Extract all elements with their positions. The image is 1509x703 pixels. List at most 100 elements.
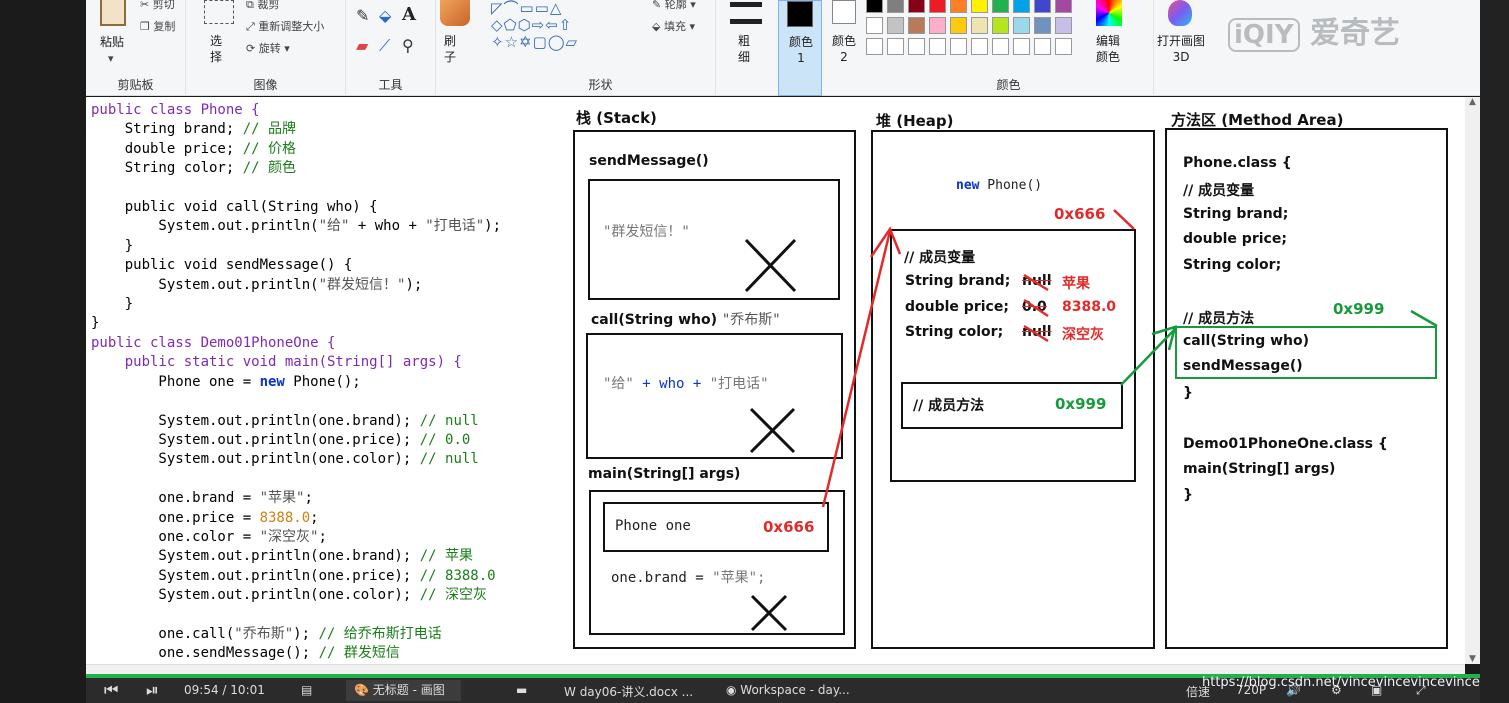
fill-icon[interactable]: ⬙ xyxy=(379,6,391,25)
code-comment: // 群发短信 xyxy=(318,645,400,662)
taskbar-workspace[interactable]: ◉ Workspace - day... xyxy=(726,683,850,697)
taskbar-paint[interactable]: 🎨 无标题 - 画图 xyxy=(346,680,461,701)
vertical-scrollbar[interactable]: ▲ ▼ xyxy=(1465,97,1480,664)
heap-price-new: 8388.0 xyxy=(1062,299,1117,315)
size-button[interactable]: 粗细 xyxy=(738,33,752,65)
heap-title: 堆 (Heap) xyxy=(876,112,954,130)
palette-swatch[interactable] xyxy=(1013,38,1030,55)
palette-swatch[interactable] xyxy=(866,17,883,34)
paint-taskbar-icon[interactable]: ▤ xyxy=(301,683,312,697)
palette-swatch[interactable] xyxy=(1013,17,1030,34)
resize-button[interactable]: ⤢ 重新调整大小 xyxy=(246,18,324,34)
call-text-part: "打电话" xyxy=(709,376,769,392)
size-icon[interactable] xyxy=(730,2,762,24)
code-line: public void call(String who) { xyxy=(91,199,378,216)
palette-swatch[interactable] xyxy=(908,0,925,13)
time-separator: / xyxy=(222,683,227,697)
palette-swatch[interactable] xyxy=(1055,17,1072,34)
outline-button[interactable]: ✎ 轮廓 ▾ xyxy=(652,0,696,12)
code-line: public void sendMessage() { xyxy=(91,257,353,274)
select-icon[interactable] xyxy=(204,0,234,24)
copy-button[interactable]: ❐ 复制 xyxy=(140,18,175,34)
paste-icon[interactable] xyxy=(100,0,126,26)
palette-swatch[interactable] xyxy=(887,0,904,13)
paint3d-button[interactable]: 打开画图 3D xyxy=(1156,33,1206,65)
paste-dropdown-icon[interactable]: ▾ xyxy=(108,52,114,65)
palette-swatch[interactable] xyxy=(950,0,967,13)
palette-swatch[interactable] xyxy=(908,17,925,34)
brush-icon[interactable] xyxy=(440,0,470,26)
assign-part: one.brand = xyxy=(611,570,713,586)
paint3d-icon[interactable] xyxy=(1168,0,1192,26)
prev-icon[interactable]: ⏮ xyxy=(104,680,118,700)
clipboard-group: 粘贴 ▾ ✂ 剪切 ❐ 复制 剪贴板 xyxy=(86,0,186,96)
scroll-up-arrow-icon[interactable]: ▲ xyxy=(1465,97,1480,107)
palette-swatch[interactable] xyxy=(1013,0,1030,13)
palette-swatch[interactable] xyxy=(1034,17,1051,34)
horizontal-scrollbar[interactable] xyxy=(86,664,1465,674)
iqiyi-logo-mark: iQIY xyxy=(1228,18,1300,52)
code-line: } xyxy=(91,315,100,332)
code-comment: // null xyxy=(419,451,479,468)
magnifier-icon[interactable]: ⚲ xyxy=(402,36,414,55)
palette-swatch[interactable] xyxy=(908,38,925,55)
palette-swatch[interactable] xyxy=(1055,38,1072,55)
folder-taskbar-icon[interactable]: ▬ xyxy=(516,683,527,697)
palette-swatch[interactable] xyxy=(950,17,967,34)
heap-object-address: 0x666 xyxy=(1054,205,1106,223)
palette-swatch[interactable] xyxy=(1055,0,1072,13)
code-comment: // 给乔布斯打电话 xyxy=(318,625,442,642)
color1-button[interactable]: 颜色 1 xyxy=(778,0,822,96)
color2-label: 颜色 2 xyxy=(831,34,856,64)
cut-button[interactable]: ✂ 剪切 xyxy=(140,0,175,12)
palette-swatch[interactable] xyxy=(971,38,988,55)
color-picker-icon[interactable]: ⟋ xyxy=(379,36,390,56)
eraser-icon[interactable]: ▰ xyxy=(356,36,368,55)
code-line: + who + xyxy=(349,218,426,235)
brush-button[interactable]: 刷子 xyxy=(444,33,458,65)
csdn-watermark: https://blog.csdn.net/vincevincevincevin… xyxy=(1202,675,1480,690)
ribbon-toolbar: 粘贴 ▾ ✂ 剪切 ❐ 复制 剪贴板 选择 ⧉ 裁剪 ⤢ 重新调整大小 ⟳ 旋转… xyxy=(86,0,1480,96)
shapes-gallery[interactable]: ◸⌒▭▭△ ◇⬠⬡⇨⇦⇧ ✧☆✡▢◯▱ xyxy=(491,0,641,52)
palette-swatch[interactable] xyxy=(866,38,883,55)
color-palette[interactable] xyxy=(866,0,1081,60)
code-line: System.out.println(one.color); xyxy=(91,587,420,604)
paste-button[interactable]: 粘贴 xyxy=(100,33,124,50)
palette-swatch[interactable] xyxy=(992,0,1009,13)
palette-swatch[interactable] xyxy=(929,17,946,34)
palette-swatch[interactable] xyxy=(887,38,904,55)
code-string: "给" xyxy=(318,218,350,235)
palette-swatch[interactable] xyxy=(992,17,1009,34)
paint-canvas[interactable]: public class Phone { String brand; // 品牌… xyxy=(86,97,1465,664)
pencil-icon[interactable]: ✎ xyxy=(356,6,369,25)
color2-button[interactable]: 颜色 2 xyxy=(824,0,864,96)
code-line: System.out.println( xyxy=(91,218,319,235)
palette-swatch[interactable] xyxy=(971,17,988,34)
palette-swatch[interactable] xyxy=(971,0,988,13)
crop-button[interactable]: ⧉ 裁剪 xyxy=(246,0,279,12)
palette-swatch[interactable] xyxy=(950,38,967,55)
palette-swatch[interactable] xyxy=(1034,0,1051,13)
edit-colors-icon[interactable] xyxy=(1096,0,1122,26)
tools-group: ✎ ⬙ A ▰ ⟋ ⚲ 工具 xyxy=(346,0,436,96)
code-line: System.out.println(one.brand); xyxy=(91,548,420,565)
rotate-button[interactable]: ⟳ 旋转 ▾ xyxy=(246,40,290,56)
method-var-color: String color; xyxy=(1183,257,1282,273)
size-group: 粗细 xyxy=(716,0,776,96)
taskbar-word[interactable]: W day06-讲义.docx ... xyxy=(564,683,693,700)
palette-swatch[interactable] xyxy=(866,0,883,13)
code-line: double price; xyxy=(91,140,243,157)
code-line: } xyxy=(91,296,134,313)
palette-swatch[interactable] xyxy=(887,17,904,34)
scroll-down-arrow-icon[interactable]: ▼ xyxy=(1465,654,1480,664)
play-pause-icon[interactable]: ⏯ xyxy=(146,680,159,700)
fill-button[interactable]: ⬙ 填充 ▾ xyxy=(652,18,695,34)
palette-swatch[interactable] xyxy=(929,38,946,55)
code-line: String color; xyxy=(91,160,243,177)
text-icon[interactable]: A xyxy=(402,4,416,25)
palette-swatch[interactable] xyxy=(929,0,946,13)
palette-swatch[interactable] xyxy=(1034,38,1051,55)
select-button[interactable]: 选择 xyxy=(210,33,224,65)
edit-colors-button[interactable]: 编辑颜色 xyxy=(1094,33,1122,65)
palette-swatch[interactable] xyxy=(992,38,1009,55)
